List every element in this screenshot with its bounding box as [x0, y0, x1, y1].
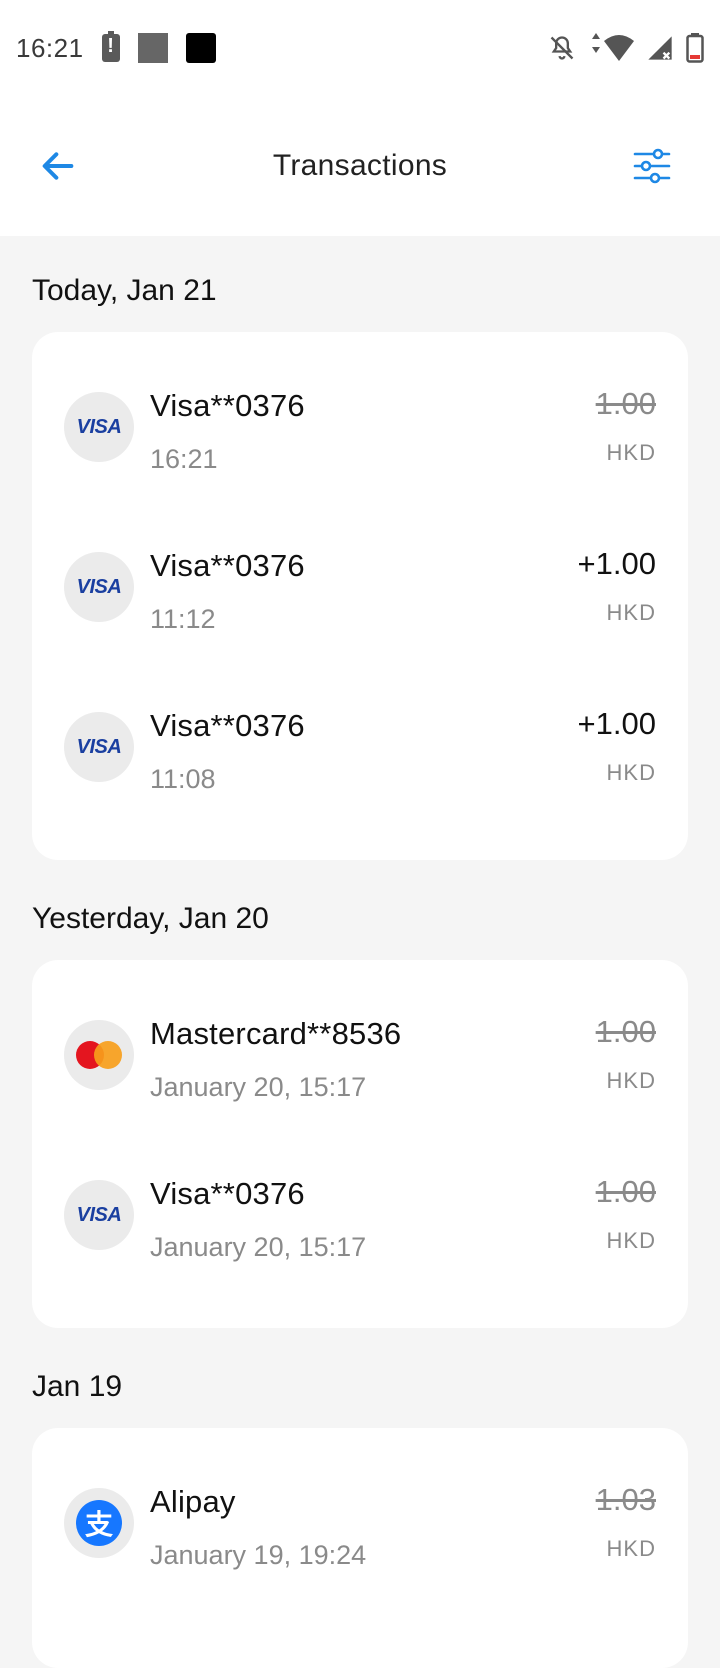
- transaction-row[interactable]: VISA Visa**0376 16:21 1.00 HKD: [32, 372, 688, 532]
- transaction-time: 11:12: [150, 604, 216, 634]
- back-button[interactable]: [30, 138, 86, 194]
- transaction-time: 16:21: [150, 444, 218, 474]
- section-card-yesterday: Mastercard**8536 January 20, 15:17 1.00 …: [32, 960, 688, 1328]
- transaction-amount: 1.00: [595, 1174, 656, 1209]
- transaction-time: January 20, 15:17: [150, 1072, 367, 1102]
- app-bar: Transactions: [0, 96, 720, 236]
- section-title-jan-19: Jan 19: [32, 1370, 123, 1403]
- transaction-row[interactable]: VISA Visa**0376 11:12 +1.00 HKD: [32, 532, 688, 692]
- transaction-time: January 20, 15:17: [150, 1232, 367, 1262]
- transaction-row[interactable]: 支 Alipay January 19, 19:24 1.03 HKD: [32, 1468, 688, 1628]
- section-card-jan-19: 支 Alipay January 19, 19:24 1.03 HKD: [32, 1428, 688, 1668]
- black-square-icon: [185, 33, 216, 63]
- filter-button[interactable]: [624, 138, 680, 194]
- transaction-currency: HKD: [606, 1536, 656, 1561]
- transaction-currency: HKD: [606, 1228, 656, 1253]
- transaction-amount: +1.00: [577, 706, 656, 741]
- status-time: 16:21: [16, 32, 84, 63]
- transaction-name: Visa**0376: [150, 548, 305, 583]
- transaction-time: January 19, 19:24: [150, 1540, 367, 1570]
- bell-off-icon: [550, 36, 574, 60]
- alipay-logo-icon: 支: [64, 1488, 134, 1558]
- section-title-today: Today, Jan 21: [32, 274, 217, 307]
- transaction-name: Mastercard**8536: [150, 1016, 402, 1051]
- transaction-currency: HKD: [606, 600, 656, 625]
- transaction-amount: 1.03: [595, 1482, 656, 1517]
- visa-logo-icon: VISA: [64, 1180, 134, 1250]
- transaction-currency: HKD: [606, 440, 656, 465]
- visa-logo-icon: VISA: [64, 712, 134, 782]
- visa-logo-icon: VISA: [64, 392, 134, 462]
- transaction-currency: HKD: [606, 760, 656, 785]
- transaction-time: 11:08: [150, 764, 216, 794]
- transaction-name: Visa**0376: [150, 708, 305, 743]
- page-title: Transactions: [272, 149, 448, 182]
- battery-icon: [686, 33, 704, 63]
- gray-square-icon: [137, 33, 168, 63]
- transactions-list: Today, Jan 21 VISA Visa**0376 16:21 1.00…: [0, 236, 720, 1668]
- transaction-amount: 1.00: [595, 1014, 656, 1049]
- transaction-row[interactable]: VISA Visa**0376 January 20, 15:17 1.00 H…: [32, 1160, 688, 1288]
- visa-logo-icon: VISA: [64, 552, 134, 622]
- transaction-row[interactable]: Mastercard**8536 January 20, 15:17 1.00 …: [32, 1000, 688, 1160]
- signal-icon: [648, 36, 672, 60]
- wifi-icon: [592, 33, 634, 61]
- status-left: 16:21: [16, 31, 216, 64]
- transaction-amount: 1.00: [595, 386, 656, 421]
- transaction-currency: HKD: [606, 1068, 656, 1093]
- battery-alert-icon: [101, 31, 120, 62]
- mastercard-logo-icon: [64, 1020, 134, 1090]
- transaction-name: Visa**0376: [150, 1176, 305, 1211]
- transaction-row[interactable]: VISA Visa**0376 11:08 +1.00 HKD: [32, 692, 688, 820]
- arrow-left-icon: [42, 152, 74, 180]
- transaction-name: Alipay: [150, 1484, 236, 1519]
- section-title-yesterday: Yesterday, Jan 20: [32, 902, 269, 935]
- transaction-amount: +1.00: [577, 546, 656, 581]
- section-card-today: VISA Visa**0376 16:21 1.00 HKD VISA Visa…: [32, 332, 688, 860]
- status-bar: 16:21: [0, 0, 720, 96]
- status-right: [548, 33, 704, 63]
- sliders-icon: [633, 148, 671, 184]
- transaction-name: Visa**0376: [150, 388, 305, 423]
